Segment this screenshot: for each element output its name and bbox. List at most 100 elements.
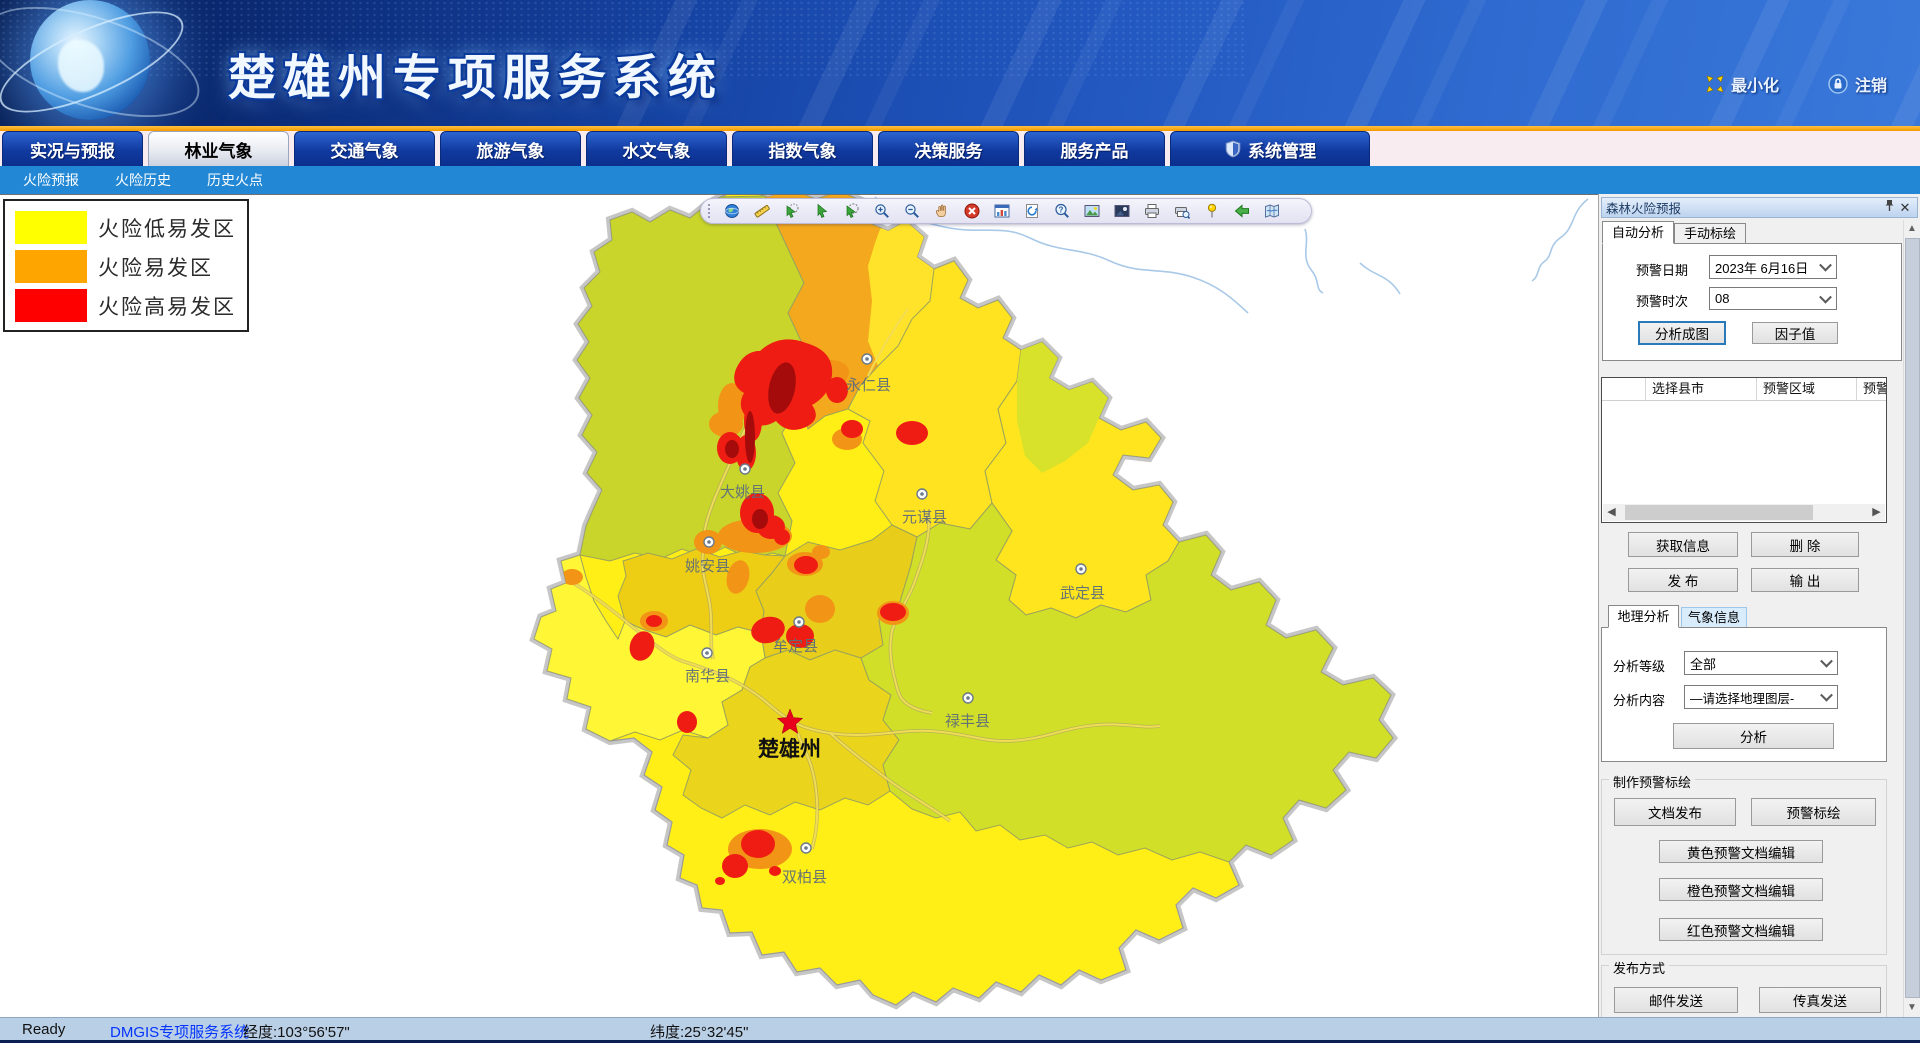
fax-send-button[interactable]: 传真发送 <box>1759 987 1881 1013</box>
tab-forestry-weather[interactable]: 林业气象 <box>148 131 289 166</box>
delete-button[interactable]: 删 除 <box>1751 532 1859 557</box>
factor-value-button[interactable]: 因子值 <box>1752 322 1838 344</box>
select-circle-icon[interactable] <box>844 203 860 219</box>
close-icon[interactable]: ✕ <box>1897 200 1913 216</box>
analysis-level-select[interactable]: 全部 <box>1684 651 1838 675</box>
warn-date-label: 预警日期 <box>1636 260 1688 279</box>
map-legend: 火险低易发区 火险易发区 火险高易发区 <box>3 199 249 332</box>
table-col-blank <box>1602 378 1646 400</box>
panel-scrollbar[interactable]: ▲ ▼ <box>1903 220 1920 1017</box>
app-title: 楚雄州专项服务系统 <box>228 38 723 108</box>
legend-item: 火险易发区 <box>15 250 247 283</box>
export-button[interactable]: 输 出 <box>1751 568 1859 592</box>
analyze-map-button[interactable]: 分析成图 <box>1638 321 1726 345</box>
legend-label: 火险易发区 <box>98 252 213 282</box>
county-label: 南华县 <box>685 668 730 685</box>
tab-service-products[interactable]: 服务产品 <box>1024 131 1165 166</box>
zoom-out-icon[interactable] <box>904 203 920 219</box>
legend-item: 火险低易发区 <box>15 211 247 244</box>
county-label: 牟定县 <box>773 638 818 655</box>
sub-nav: 火险预报 火险历史 历史火点 <box>0 166 1920 194</box>
scroll-thumb[interactable] <box>1905 238 1920 998</box>
map-toolbar: ? <box>700 198 1312 224</box>
zoom-in-icon[interactable] <box>874 203 890 219</box>
red-doc-button[interactable]: 红色预警文档编辑 <box>1659 918 1823 941</box>
panel-header: 森林火险预报 ✕ <box>1601 197 1918 218</box>
warn-plot-button[interactable]: 预警标绘 <box>1751 798 1876 826</box>
chevron-down-icon <box>1819 290 1832 303</box>
tab-auto-analysis[interactable]: 自动分析 <box>1602 221 1674 244</box>
globe-logo-icon <box>30 0 150 120</box>
warning-table[interactable]: 选择县市 预警区域 预警 ◀ ▶ <box>1601 377 1887 523</box>
analyze-button[interactable]: 分析 <box>1673 723 1834 749</box>
ruler-icon[interactable] <box>754 203 770 219</box>
pin-marker-icon[interactable] <box>1204 203 1220 219</box>
select-arrow-icon[interactable] <box>814 203 830 219</box>
subnav-fire-history[interactable]: 火险历史 <box>115 170 171 190</box>
back-arrow-icon[interactable] <box>1234 203 1250 219</box>
pin-icon[interactable] <box>1881 199 1897 216</box>
status-system-link[interactable]: DMGIS专项服务系统 <box>110 1021 249 1042</box>
yellow-doc-button[interactable]: 黄色预警文档编辑 <box>1659 840 1823 863</box>
table-col-region: 预警区域 <box>1757 378 1857 400</box>
table-col-warn: 预警 <box>1857 378 1886 400</box>
chevron-down-icon <box>1820 689 1833 702</box>
analysis-content-select[interactable]: —请选择地理图层- <box>1684 685 1838 709</box>
legend-swatch-low <box>15 211 87 244</box>
analysis-level-label: 分析等级 <box>1613 656 1665 675</box>
tab-traffic-weather[interactable]: 交通气象 <box>294 131 435 166</box>
doc-publish-button[interactable]: 文档发布 <box>1614 798 1736 826</box>
svg-text:?: ? <box>1059 205 1064 214</box>
warn-date-select[interactable]: 2023年 6月16日 <box>1709 255 1837 279</box>
scroll-right-icon[interactable]: ▶ <box>1868 504 1885 521</box>
legend-label: 火险低易发区 <box>98 213 236 243</box>
map-viewport[interactable]: 永仁县 元谋县 大姚县 姚安县 南华县 牟定县 武定县 禄丰县 双柏县 楚雄州 <box>420 195 1598 1017</box>
scroll-down-icon[interactable]: ▼ <box>1904 1000 1920 1016</box>
legend-swatch-high <box>15 289 87 322</box>
scroll-left-icon[interactable]: ◀ <box>1603 504 1620 521</box>
print-preview-icon[interactable] <box>1174 203 1190 219</box>
night-image-icon[interactable] <box>1114 203 1130 219</box>
refresh-icon[interactable] <box>1024 203 1040 219</box>
print-icon[interactable] <box>1144 203 1160 219</box>
subnav-fire-forecast[interactable]: 火险预报 <box>23 170 79 190</box>
clear-icon[interactable] <box>964 203 980 219</box>
legend-label: 火险高易发区 <box>98 291 236 321</box>
tab-decision-service[interactable]: 决策服务 <box>878 131 1019 166</box>
globe-icon[interactable] <box>724 203 740 219</box>
panel-title: 森林火险预报 <box>1606 198 1881 217</box>
tab-tourism-weather[interactable]: 旅游气象 <box>440 131 581 166</box>
identify-icon[interactable]: ? <box>1054 203 1070 219</box>
hscroll-thumb[interactable] <box>1625 505 1813 520</box>
chart-window-icon[interactable] <box>994 203 1010 219</box>
toolbar-grip[interactable] <box>708 204 714 218</box>
tab-geo-analysis[interactable]: 地理分析 <box>1608 605 1679 628</box>
tab-hydrology-weather[interactable]: 水文气象 <box>586 131 727 166</box>
tab-weather-info[interactable]: 气象信息 <box>1681 607 1747 628</box>
minimize-button[interactable]: 最小化 <box>1706 72 1779 96</box>
warn-time-select[interactable]: 08 <box>1709 287 1837 310</box>
shield-icon <box>1224 140 1242 158</box>
pan-hand-icon[interactable] <box>934 203 950 219</box>
map-sheet-icon[interactable] <box>1264 203 1280 219</box>
county-label: 禄丰县 <box>945 713 990 730</box>
table-hscrollbar[interactable]: ◀ ▶ <box>1603 504 1885 521</box>
publish-button[interactable]: 发 布 <box>1628 568 1738 592</box>
orange-doc-button[interactable]: 橙色预警文档编辑 <box>1659 878 1823 901</box>
warn-time-label: 预警时次 <box>1636 291 1688 310</box>
tab-index-weather[interactable]: 指数气象 <box>732 131 873 166</box>
select-polygon-icon[interactable] <box>784 203 800 219</box>
image-icon[interactable] <box>1084 203 1100 219</box>
prefecture-label: 楚雄州 <box>758 737 821 761</box>
analysis-content-label: 分析内容 <box>1613 690 1665 709</box>
get-info-button[interactable]: 获取信息 <box>1628 532 1738 557</box>
logout-button[interactable]: 注销 <box>1828 72 1887 96</box>
logout-label: 注销 <box>1855 72 1887 96</box>
scroll-up-icon[interactable]: ▲ <box>1904 221 1920 237</box>
tab-realtime-forecast[interactable]: 实况与预报 <box>2 131 143 166</box>
status-bar: Ready DMGIS专项服务系统 经度:103°56'57" 纬度:25°32… <box>0 1017 1920 1043</box>
tab-system-management[interactable]: 系统管理 <box>1170 131 1370 166</box>
subnav-history-firepoints[interactable]: 历史火点 <box>207 170 263 190</box>
email-send-button[interactable]: 邮件发送 <box>1614 987 1738 1013</box>
tab-manual-plot[interactable]: 手动标绘 <box>1674 223 1746 244</box>
